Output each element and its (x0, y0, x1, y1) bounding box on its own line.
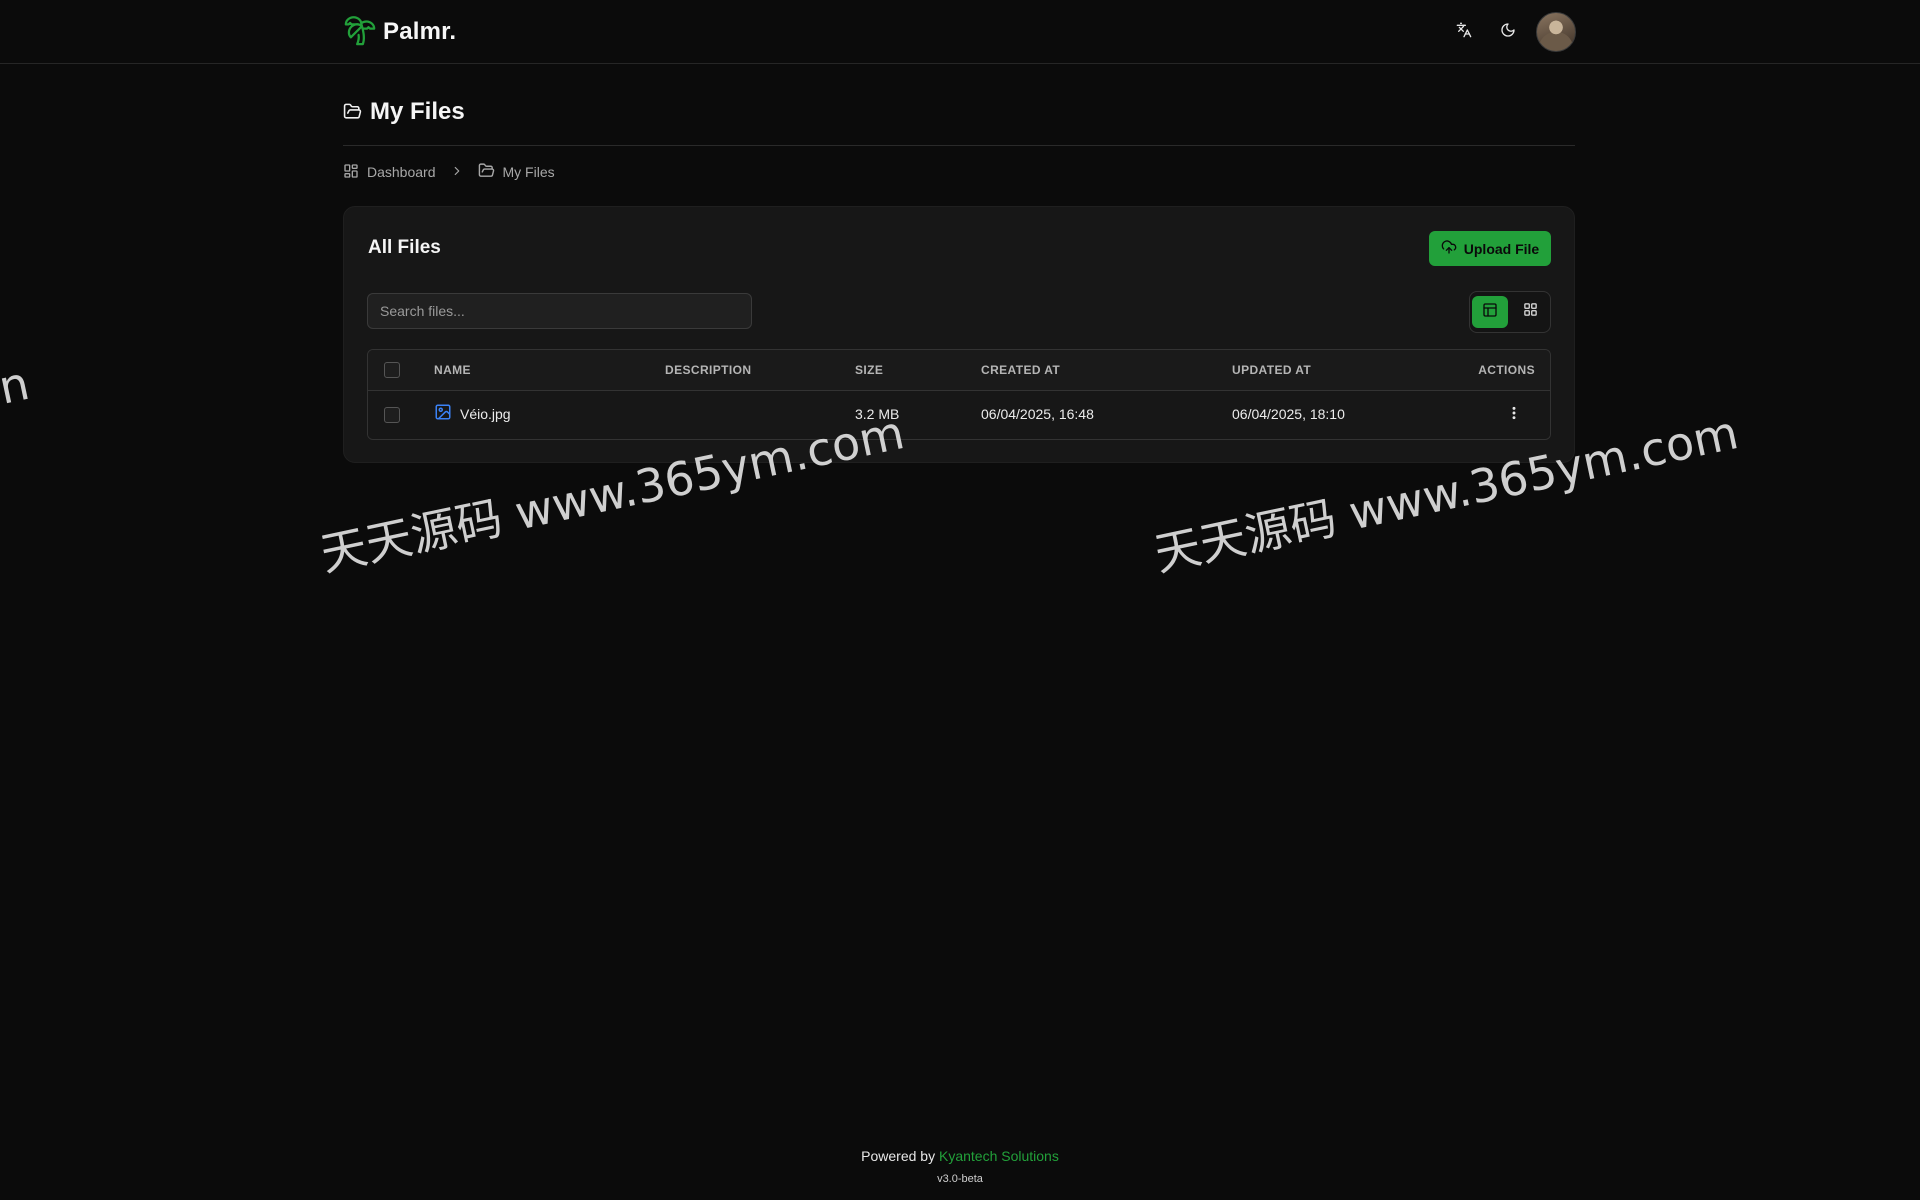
file-name: Véio.jpg (460, 405, 511, 422)
select-all-checkbox[interactable] (384, 362, 400, 378)
file-name-cell: Véio.jpg (434, 403, 511, 424)
upload-file-label: Upload File (1463, 240, 1540, 257)
breadcrumb-current: My Files (478, 162, 555, 182)
footer: Powered by Kyantech Solutions (0, 1148, 1920, 1164)
row-select-checkbox[interactable] (384, 407, 400, 423)
row-actions-button[interactable] (1504, 405, 1524, 425)
page-header: My Files (343, 96, 1575, 146)
top-navigation-bar: Palmr. (0, 0, 1920, 64)
language-button[interactable] (1448, 16, 1480, 48)
breadcrumb-label: My Files (502, 164, 555, 180)
powered-by-text: Powered by (861, 1148, 936, 1164)
watermark-fragment: n (0, 355, 34, 415)
company-link[interactable]: Kyantech Solutions (939, 1148, 1059, 1164)
chevron-right-icon (450, 164, 464, 181)
breadcrumb: Dashboard My Files (343, 162, 555, 182)
palm-tree-icon (343, 13, 377, 52)
table-icon (1482, 302, 1498, 323)
version-label: v3.0-beta (937, 1173, 983, 1185)
moon-icon (1500, 22, 1516, 43)
layout-dashboard-icon (343, 163, 359, 182)
page-title: My Files (370, 98, 465, 125)
user-avatar[interactable] (1536, 12, 1576, 52)
file-created-at: 06/04/2025, 16:48 (981, 406, 1094, 422)
file-size: 3.2 MB (855, 406, 900, 422)
table-header: NAME DESCRIPTION SIZE CREATED AT UPDATED… (368, 350, 1550, 391)
image-file-icon (434, 403, 452, 424)
file-updated-at: 06/04/2025, 18:10 (1232, 406, 1345, 422)
column-header-created-at[interactable]: CREATED AT (981, 363, 1060, 377)
translate-icon (1456, 22, 1472, 43)
files-table: NAME DESCRIPTION SIZE CREATED AT UPDATED… (367, 349, 1551, 440)
grid-icon (1523, 302, 1538, 322)
cloud-upload-icon (1441, 239, 1457, 258)
more-vertical-icon (1506, 405, 1522, 426)
column-header-description[interactable]: DESCRIPTION (665, 363, 751, 377)
app-name: Palmr. (383, 18, 457, 45)
card-title: All Files (368, 237, 441, 258)
folder-open-icon (478, 162, 495, 182)
breadcrumb-label: Dashboard (367, 164, 436, 180)
breadcrumb-dashboard-link[interactable]: Dashboard (343, 163, 436, 182)
table-row[interactable]: Véio.jpg 3.2 MB 06/04/2025, 16:48 06/04/… (368, 391, 1550, 439)
brand-logo-link[interactable]: Palmr. (343, 14, 456, 50)
search-files-input[interactable] (367, 293, 752, 329)
upload-file-button[interactable]: Upload File (1429, 231, 1551, 266)
theme-toggle-button[interactable] (1492, 16, 1524, 48)
view-mode-toggle (1469, 291, 1551, 333)
column-header-actions: ACTIONS (1478, 363, 1535, 377)
column-header-updated-at[interactable]: UPDATED AT (1232, 363, 1311, 377)
files-card: All Files Upload File Search files... NA… (343, 206, 1575, 463)
column-header-name[interactable]: NAME (434, 363, 471, 377)
column-header-size[interactable]: SIZE (855, 363, 883, 377)
grid-view-button[interactable] (1512, 296, 1548, 328)
folder-open-icon (343, 102, 362, 126)
table-view-button[interactable] (1472, 296, 1508, 328)
